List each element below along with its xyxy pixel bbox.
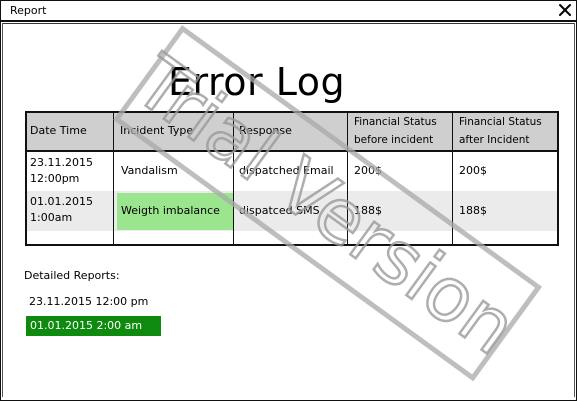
column-header-after-line1: Financial Status [459,116,542,128]
column-header-response[interactable]: Response [239,123,292,139]
cell-time: 12:00pm [30,172,80,185]
cell-time: 1:00am [30,211,73,224]
column-divider [233,113,234,244]
column-header-after[interactable]: Financial Status after Incident [459,114,542,148]
column-divider [347,113,348,244]
table-row-2-before[interactable]: 188$ [354,203,382,219]
column-header-after-line2: after Incident [459,134,530,146]
column-header-before-line1: Financial Status [354,116,437,128]
detailed-reports-label: Detailed Reports: [24,269,120,282]
title-bar: Report [1,1,576,22]
cell-date: 01.01.2015 [30,195,93,208]
column-header-incident-type[interactable]: Incident Type [120,123,193,139]
column-header-before[interactable]: Financial Status before incident [354,114,437,148]
column-divider [113,113,114,244]
page-title: Error Log [168,60,346,104]
cell-date: 23.11.2015 [30,156,93,169]
detailed-report-item[interactable]: 23.11.2015 12:00 pm [29,295,148,309]
table-row-1-incident-type[interactable]: Vandalism [121,163,178,179]
table-row-2-response[interactable]: dispatced SMS [239,203,320,219]
detailed-report-item-label: 01.01.2015 2:00 am [30,319,143,332]
table-row-2-datetime[interactable]: 01.01.2015 1:00am [30,194,93,226]
detailed-report-item-selected[interactable]: 01.01.2015 2:00 am [26,316,161,336]
table-row-1-response[interactable]: dispatched Email [239,163,334,179]
table-row-1-datetime[interactable]: 23.11.2015 12:00pm [30,155,93,187]
column-header-datetime[interactable]: Date Time [30,123,87,139]
window-title: Report [10,4,47,17]
table-row-2-after[interactable]: 188$ [459,203,487,219]
error-log-table: Date Time Incident Type Response Financi… [25,111,559,246]
table-row-1-after[interactable]: 200$ [459,163,487,179]
table-row-1-before[interactable]: 200$ [354,163,382,179]
close-icon[interactable] [557,2,573,18]
column-header-before-line2: before incident [354,134,434,146]
table-row-2-incident-type[interactable]: Weigth imbalance [121,203,220,219]
column-divider [452,113,453,244]
